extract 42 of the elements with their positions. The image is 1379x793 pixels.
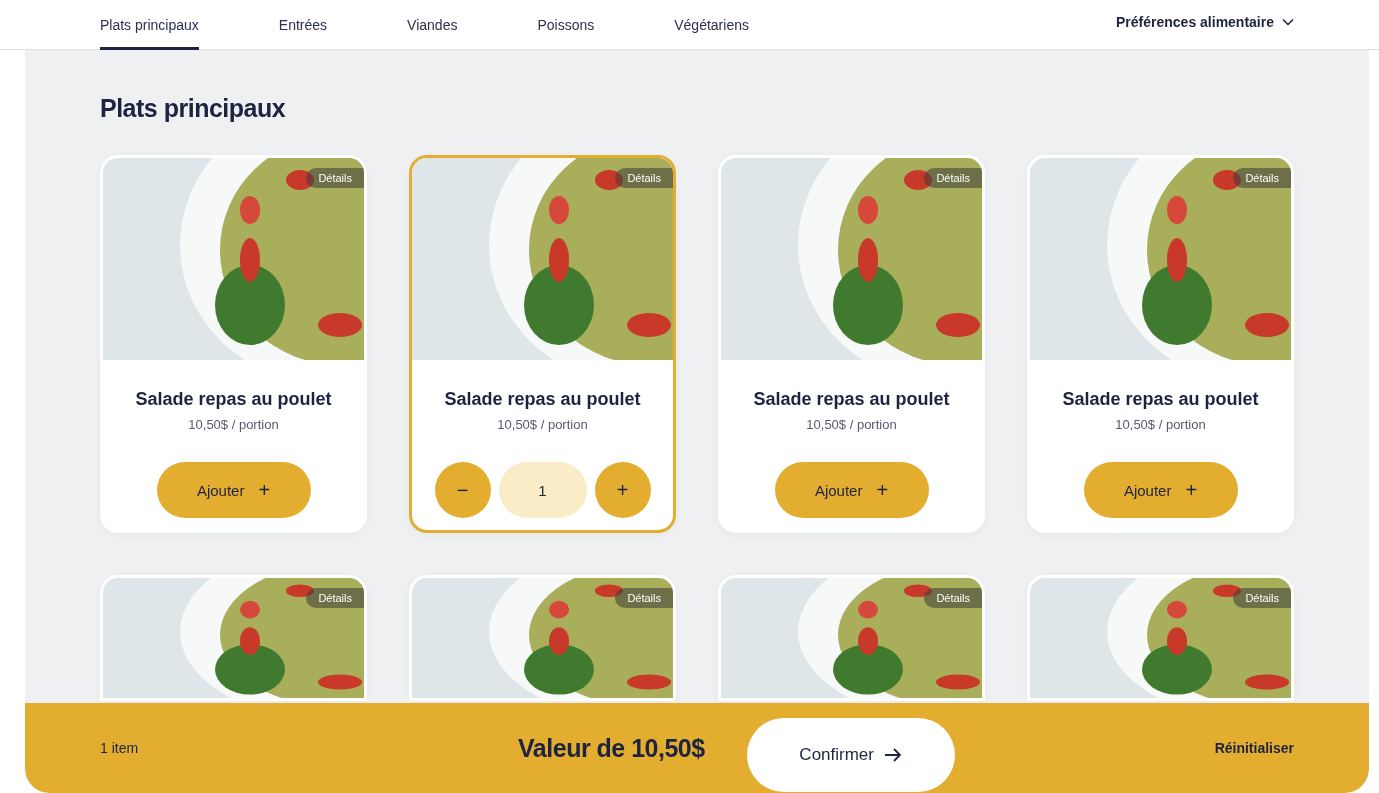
details-button[interactable]: Détails	[1233, 168, 1291, 188]
details-button[interactable]: Détails	[924, 168, 982, 188]
increase-button[interactable]: +	[594, 462, 651, 518]
category-tab[interactable]: Végétariens	[674, 0, 749, 50]
category-tab[interactable]: Poissons	[537, 0, 595, 50]
arrow-right-icon	[884, 748, 902, 762]
details-button[interactable]: Détails	[615, 588, 673, 608]
add-button[interactable]: Ajouter +	[156, 462, 311, 518]
category-tab[interactable]: Entrées	[278, 0, 328, 50]
dish-title: Salade repas au poulet	[443, 389, 642, 410]
dish-card[interactable]: Détails	[1027, 575, 1294, 701]
details-button[interactable]: Détails	[1233, 588, 1291, 608]
details-button[interactable]: Détails	[306, 588, 364, 608]
confirm-button[interactable]: Confirmer	[746, 718, 955, 792]
details-button[interactable]: Détails	[615, 168, 673, 188]
quantity-field[interactable]: 1	[498, 462, 587, 518]
dish-card[interactable]: Détails Salade repas au poulet 10,50$ / portion Ajouter +	[100, 155, 367, 533]
dish-price: 10,50$ / portion	[187, 417, 280, 432]
dish-card[interactable]: Détails	[409, 575, 676, 701]
item-count: 1 item	[100, 740, 139, 756]
dish-card[interactable]: Détails Salade repas au poulet 10,50$ / portion Ajouter +	[718, 155, 985, 533]
details-button[interactable]: Détails	[306, 168, 364, 188]
reset-button[interactable]: Réinitialiser	[1214, 740, 1294, 756]
details-button[interactable]: Détails	[924, 588, 982, 608]
category-tab[interactable]: Viandes	[407, 0, 458, 50]
dish-title: Salade repas au poulet	[752, 389, 951, 410]
add-button[interactable]: Ajouter +	[1083, 462, 1238, 518]
add-button[interactable]: Ajouter +	[774, 462, 929, 518]
dish-card[interactable]: Détails	[100, 575, 367, 701]
dish-title: Salade repas au poulet	[1061, 389, 1260, 410]
chevron-down-icon	[1282, 18, 1294, 26]
dish-price: 10,50$ / portion	[496, 417, 589, 432]
cart-total: Valeur de 10,50$	[518, 733, 705, 763]
preferences-dropdown[interactable]: Préférences alimentaire	[1116, 0, 1294, 44]
section-heading: Plats principaux	[100, 94, 287, 123]
dish-title: Salade repas au poulet	[134, 389, 333, 410]
dish-card[interactable]: Détails Salade repas au poulet 10,50$ / portion Ajouter +	[1027, 155, 1294, 533]
dish-price: 10,50$ / portion	[805, 417, 898, 432]
dish-card[interactable]: Détails Salade repas au poulet 10,50$ / portion − 1 +	[409, 155, 676, 533]
dish-price: 10,50$ / portion	[1114, 417, 1207, 432]
dish-card[interactable]: Détails	[718, 575, 985, 701]
decrease-button[interactable]: −	[434, 462, 491, 518]
